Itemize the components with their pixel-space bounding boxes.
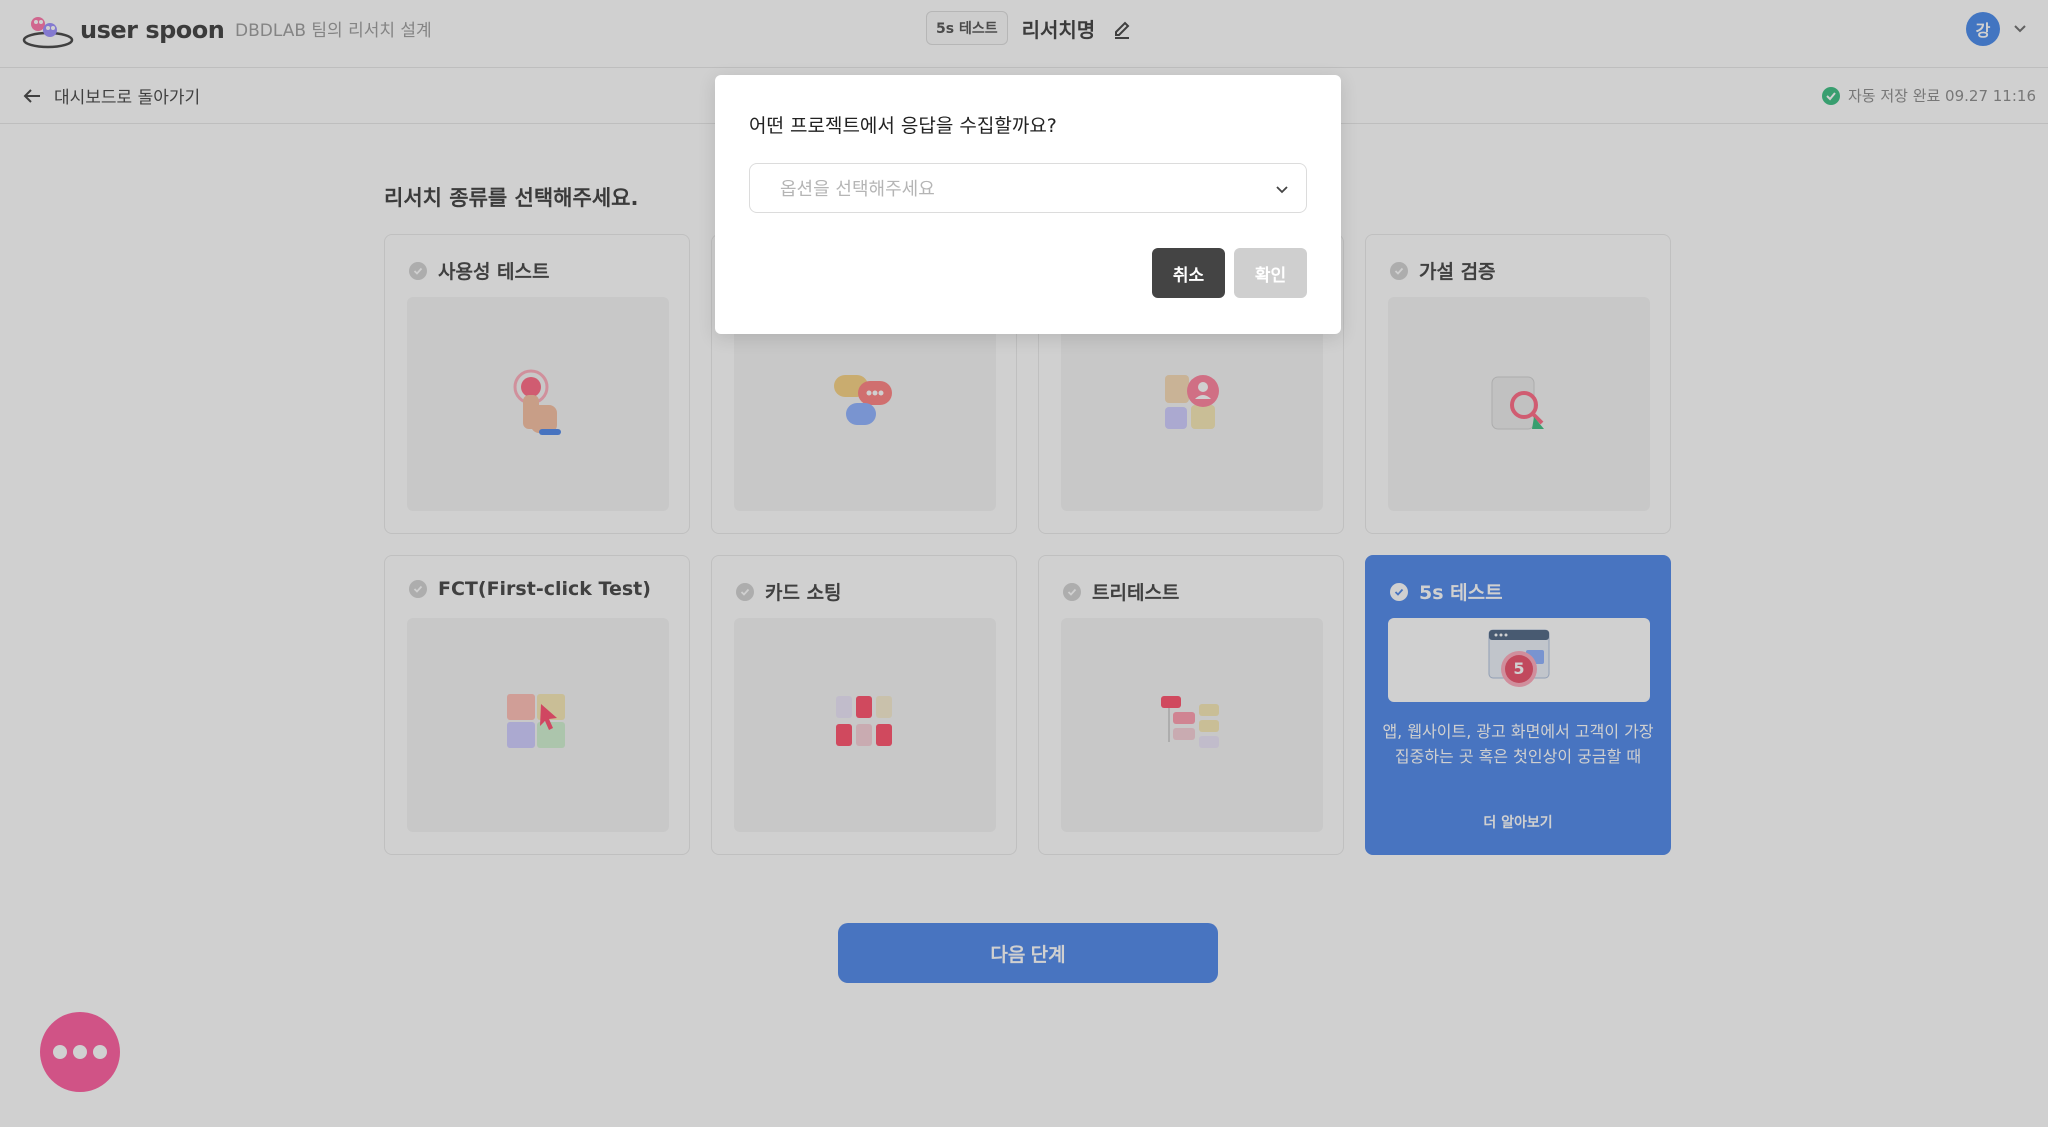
confirm-button[interactable]: 확인 xyxy=(1234,248,1307,298)
chevron-down-icon xyxy=(1274,181,1290,202)
cancel-button[interactable]: 취소 xyxy=(1152,248,1225,298)
modal-title: 어떤 프로젝트에서 응답을 수집할까요? xyxy=(749,115,1057,137)
project-select-dropdown[interactable]: 옵션을 선택해주세요 xyxy=(749,163,1307,213)
project-select-modal: 어떤 프로젝트에서 응답을 수집할까요? 옵션을 선택해주세요 취소 확인 xyxy=(715,75,1341,334)
select-placeholder: 옵션을 선택해주세요 xyxy=(780,179,935,200)
